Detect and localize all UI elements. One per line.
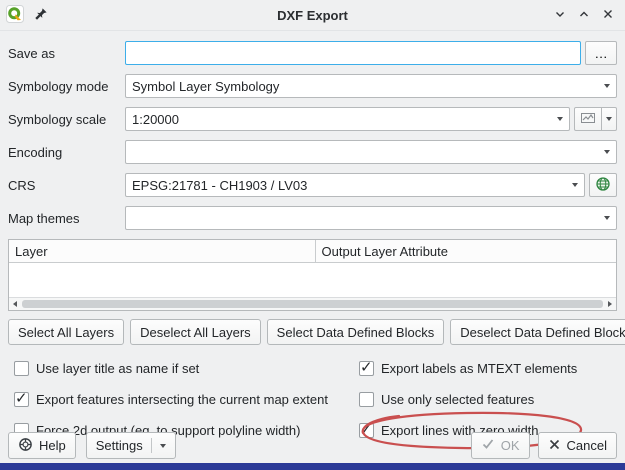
chevron-down-icon	[604, 84, 610, 88]
checkbox-box[interactable]	[14, 392, 29, 407]
checkbox-export-labels-mtext[interactable]: Export labels as MTEXT elements	[359, 358, 617, 378]
chevron-down-icon	[572, 183, 578, 187]
encoding-label: Encoding	[8, 145, 125, 160]
ok-button[interactable]: OK	[471, 432, 530, 459]
dxf-export-dialog: DXF Export Save as … Symbology mode Symb…	[0, 0, 625, 470]
layer-table: Layer Output Layer Attribute	[8, 239, 617, 311]
checkbox-label: Use only selected features	[381, 392, 534, 407]
maximize-button[interactable]	[573, 4, 595, 26]
checkbox-box[interactable]	[14, 361, 29, 376]
options-grid: Use layer title as name if set Export la…	[14, 358, 617, 440]
select-all-layers-button[interactable]: Select All Layers	[8, 319, 124, 345]
map-scale-icon	[580, 110, 596, 129]
checkbox-box[interactable]	[359, 361, 374, 376]
checkbox-use-only-selected[interactable]: Use only selected features	[359, 389, 617, 409]
symbology-scale-value: 1:20000	[132, 112, 557, 127]
crs-picker-button[interactable]	[589, 173, 617, 197]
column-header-output-layer-attribute: Output Layer Attribute	[316, 240, 616, 262]
pin-icon	[34, 7, 48, 24]
cancel-button[interactable]: Cancel	[538, 432, 617, 459]
chevron-down-icon	[554, 8, 566, 23]
deselect-data-defined-blocks-button[interactable]: Deselect Data Defined Blocks	[450, 319, 625, 345]
ok-label: OK	[501, 438, 520, 453]
map-themes-select[interactable]	[125, 206, 617, 230]
layer-buttons-row: Select All Layers Deselect All Layers Se…	[8, 319, 617, 345]
help-button[interactable]: Help	[8, 432, 76, 459]
save-as-input[interactable]	[125, 41, 581, 65]
cancel-label: Cancel	[567, 438, 607, 453]
cancel-x-icon	[548, 438, 561, 454]
ok-check-icon	[481, 437, 495, 454]
globe-crs-icon	[595, 176, 611, 195]
form-area: Save as … Symbology mode Symbol Layer Sy…	[0, 31, 625, 230]
scroll-left-arrow-icon[interactable]	[9, 301, 21, 307]
titlebar: DXF Export	[0, 0, 625, 31]
chevron-down-icon	[557, 117, 563, 121]
checkbox-label: Export features intersecting the current…	[36, 392, 328, 407]
window-title: DXF Export	[277, 8, 348, 23]
symbology-scale-select[interactable]: 1:20000	[125, 107, 570, 131]
settings-label: Settings	[96, 438, 143, 453]
set-to-map-scale-button[interactable]	[574, 107, 602, 131]
scale-picker-dropdown-button[interactable]	[602, 107, 617, 131]
footer: Help Settings OK Cancel	[8, 432, 617, 459]
select-data-defined-blocks-button[interactable]: Select Data Defined Blocks	[267, 319, 445, 345]
symbology-scale-label: Symbology scale	[8, 112, 125, 127]
crs-value: EPSG:21781 - CH1903 / LV03	[132, 178, 572, 193]
horizontal-scrollbar[interactable]	[9, 297, 616, 310]
deselect-all-layers-button[interactable]: Deselect All Layers	[130, 319, 261, 345]
chevron-down-icon	[604, 150, 610, 154]
checkbox-label: Export labels as MTEXT elements	[381, 361, 577, 376]
layer-table-header: Layer Output Layer Attribute	[9, 240, 616, 263]
symbology-mode-label: Symbology mode	[8, 79, 125, 94]
scale-picker-split-button	[574, 107, 617, 131]
symbology-mode-select[interactable]: Symbol Layer Symbology	[125, 74, 617, 98]
pin-window-button[interactable]	[30, 4, 52, 26]
map-themes-label: Map themes	[8, 211, 125, 226]
crs-select[interactable]: EPSG:21781 - CH1903 / LV03	[125, 173, 585, 197]
checkbox-export-features-intersecting[interactable]: Export features intersecting the current…	[14, 389, 359, 409]
settings-button[interactable]: Settings	[86, 432, 176, 459]
chevron-down-icon	[604, 216, 610, 220]
minimize-button[interactable]	[549, 4, 571, 26]
desktop-edge	[0, 463, 625, 470]
help-label: Help	[39, 438, 66, 453]
encoding-select[interactable]	[125, 140, 617, 164]
browse-button[interactable]: …	[585, 41, 617, 65]
chevron-down-icon	[606, 117, 612, 121]
help-icon	[18, 437, 33, 455]
save-as-label: Save as	[8, 46, 125, 61]
checkbox-use-layer-title[interactable]: Use layer title as name if set	[14, 358, 359, 378]
scrollbar-thumb[interactable]	[22, 300, 603, 308]
chevron-down-icon	[160, 444, 166, 448]
close-button[interactable]	[597, 4, 619, 26]
layer-table-body	[9, 263, 616, 297]
crs-label: CRS	[8, 178, 125, 193]
checkbox-label: Use layer title as name if set	[36, 361, 199, 376]
chevron-up-icon	[578, 8, 590, 23]
scroll-right-arrow-icon[interactable]	[604, 301, 616, 307]
qgis-logo-icon	[6, 5, 24, 26]
checkbox-box[interactable]	[359, 392, 374, 407]
column-header-layer: Layer	[9, 240, 316, 262]
symbology-mode-value: Symbol Layer Symbology	[132, 79, 604, 94]
button-separator	[151, 438, 152, 453]
close-icon	[602, 8, 614, 23]
